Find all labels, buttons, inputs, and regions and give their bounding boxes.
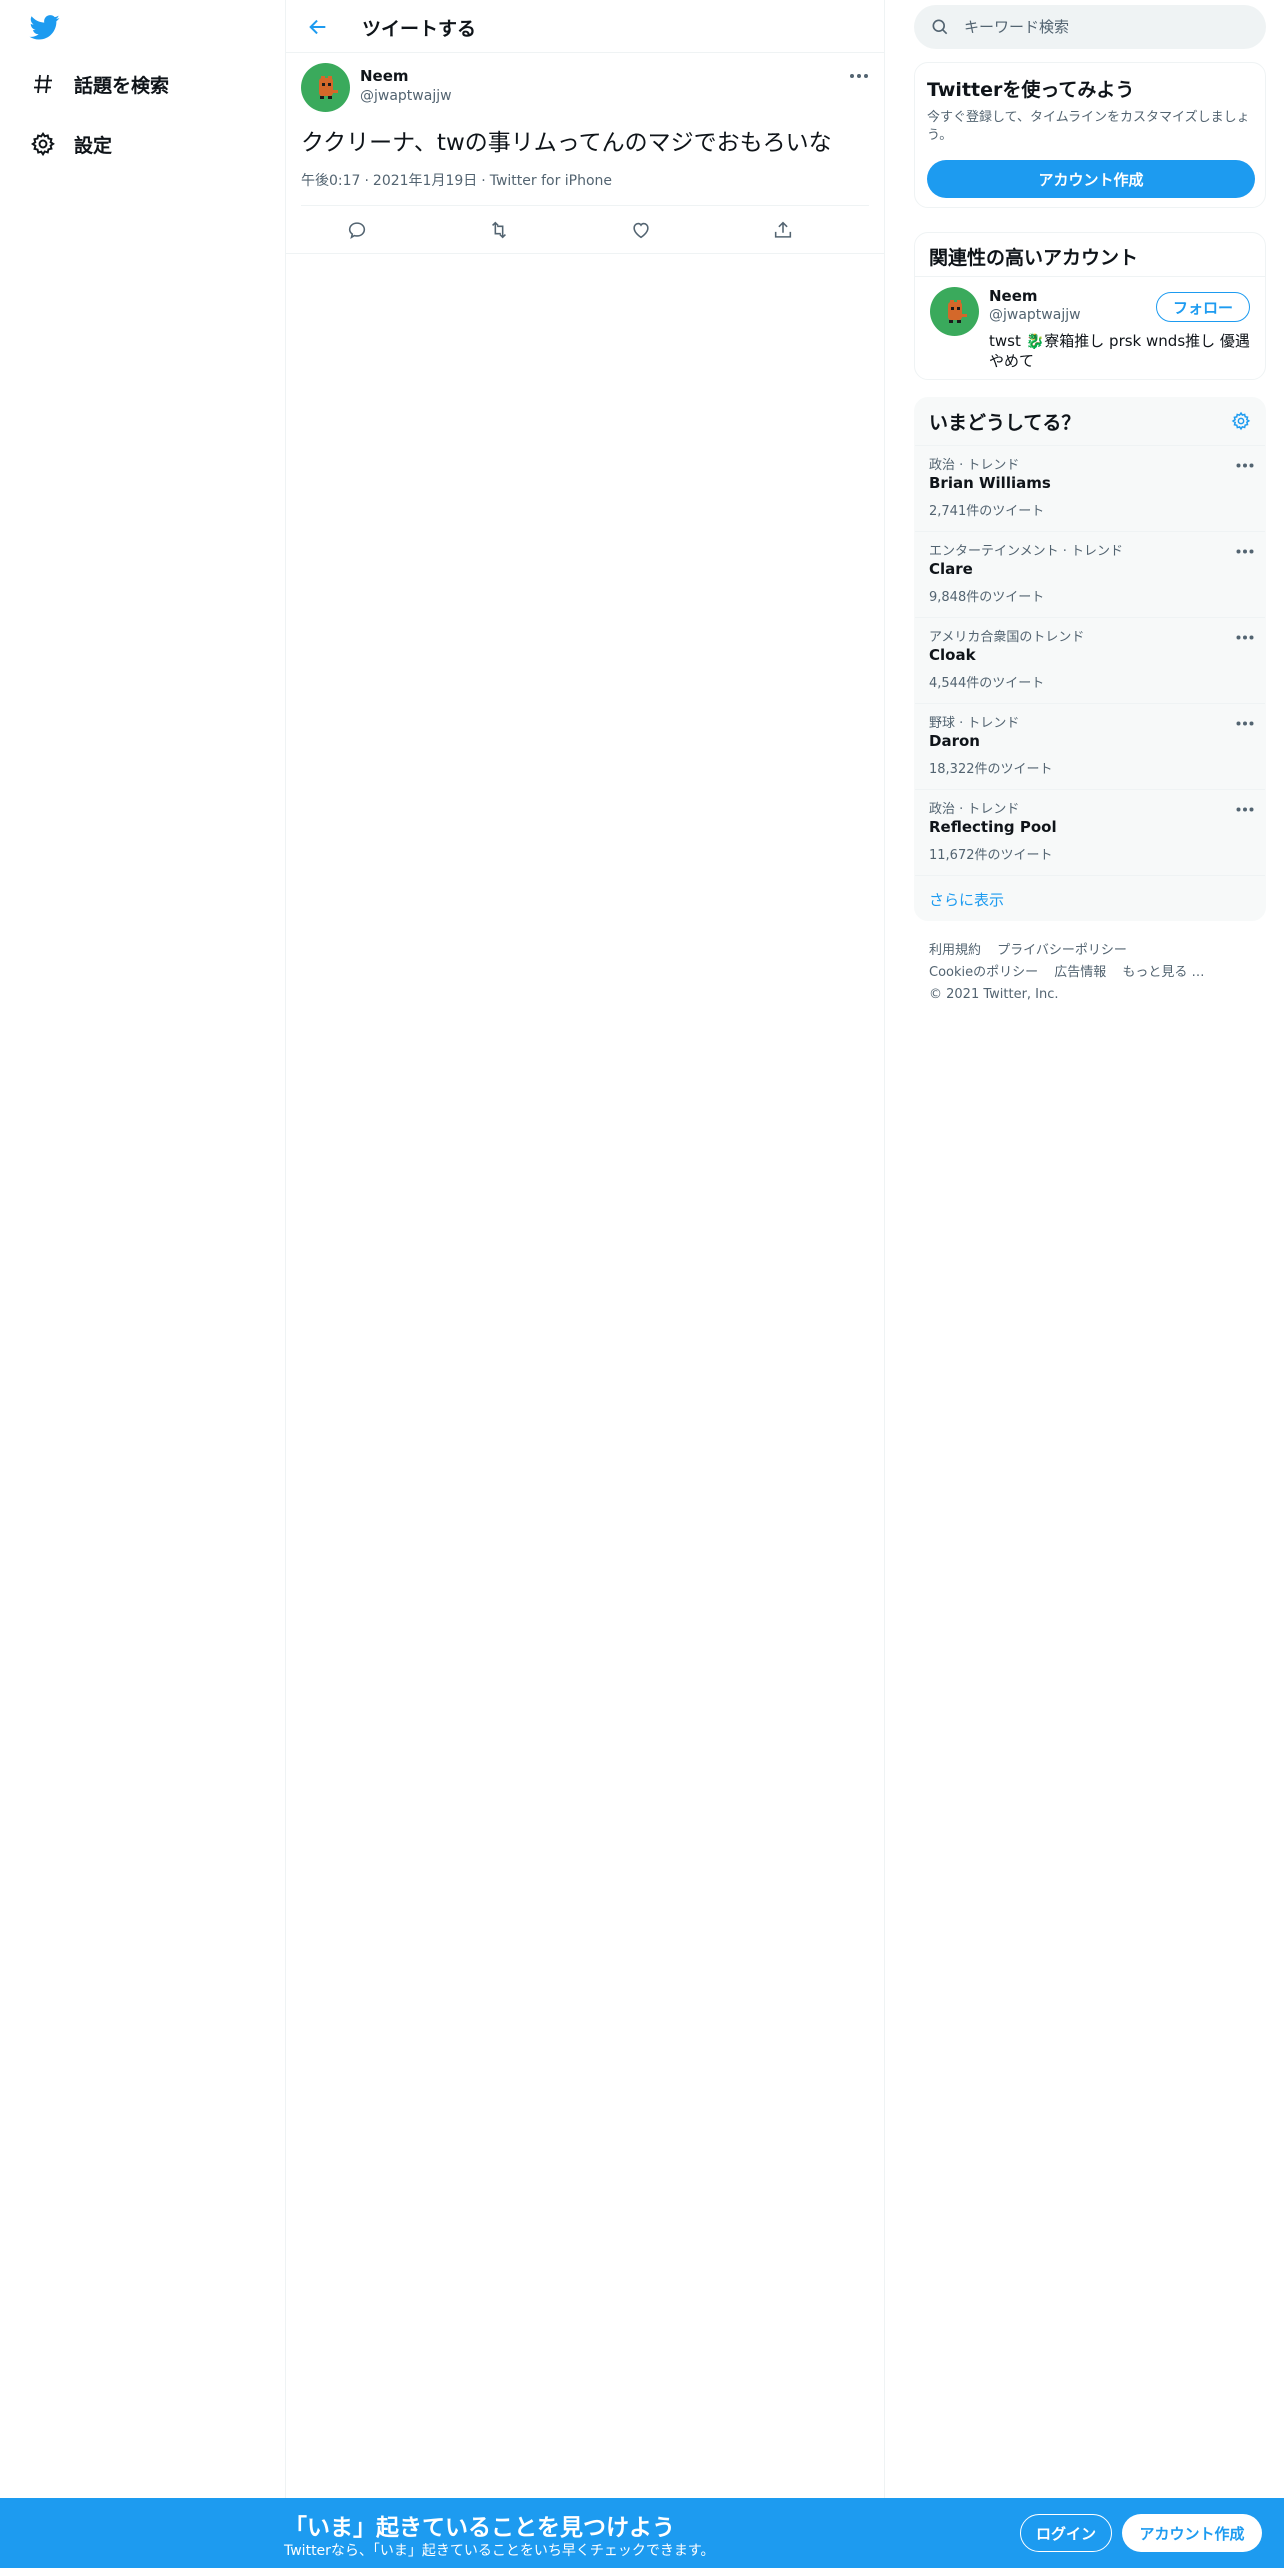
create-account-button[interactable]: アカウント作成	[927, 160, 1255, 198]
gear-icon[interactable]	[1229, 409, 1253, 433]
search-box[interactable]	[914, 5, 1266, 49]
avatar[interactable]	[301, 63, 350, 112]
trend-count: 11,672件のツイート	[929, 848, 1053, 863]
reply-icon[interactable]	[343, 216, 371, 244]
trend-count: 9,848件のツイート	[929, 590, 1045, 605]
more-options-icon[interactable]	[1233, 544, 1257, 558]
more-options-icon[interactable]	[1233, 716, 1257, 730]
trend-item[interactable]: 野球 · トレンド Daron 18,322件のツイート	[915, 703, 1265, 789]
tweet-date[interactable]: 2021年1月19日	[373, 173, 477, 189]
trend-name: Clare	[929, 560, 973, 578]
related-accounts-title: 関連性の高いアカウント	[929, 247, 1139, 269]
more-options-icon[interactable]	[1233, 802, 1257, 816]
signup-button[interactable]: アカウント作成	[1122, 2514, 1262, 2552]
tweet-source[interactable]: Twitter for iPhone	[490, 173, 612, 189]
avatar-character-icon	[947, 299, 967, 323]
nav-item-explore[interactable]: 話題を検索	[28, 62, 169, 106]
related-user-handle[interactable]: @jwaptwajjw	[989, 307, 1081, 323]
avatar[interactable]	[930, 287, 979, 336]
follow-button[interactable]: フォロー	[1156, 292, 1250, 322]
login-button[interactable]: ログイン	[1020, 2514, 1112, 2552]
trend-category: エンターテインメント · トレンド	[929, 544, 1124, 559]
footer-link-terms[interactable]: 利用規約	[929, 940, 981, 962]
footer-link-privacy[interactable]: プライバシーポリシー	[997, 940, 1127, 962]
trend-name: Reflecting Pool	[929, 818, 1057, 836]
bottom-bar-title: 「いま」起きていることを見つけよう	[284, 2515, 675, 2541]
trend-name: Daron	[929, 732, 980, 750]
footer-link-cookies[interactable]: Cookieのポリシー	[929, 962, 1038, 984]
tweet-time[interactable]: 午後0:17	[301, 173, 360, 189]
avatar-character-icon	[318, 75, 338, 99]
trend-category: アメリカ合衆国のトレンド	[929, 630, 1085, 645]
trend-category: 野球 · トレンド	[929, 716, 1020, 731]
page-title: ツイートする	[362, 18, 477, 40]
user-name[interactable]: Neem	[360, 67, 409, 85]
related-user-bio: twst 🐉寮箱推し prsk wnds推し 優遇やめて	[989, 332, 1250, 370]
more-options-icon[interactable]	[1233, 458, 1257, 472]
search-icon	[930, 17, 950, 37]
trend-count: 4,544件のツイート	[929, 676, 1045, 691]
search-input[interactable]	[964, 5, 1244, 49]
footer-link-ads[interactable]: 広告情報	[1054, 962, 1106, 984]
twitter-bird-icon[interactable]	[28, 12, 62, 42]
trend-item[interactable]: アメリカ合衆国のトレンド Cloak 4,544件のツイート	[915, 617, 1265, 703]
nav-item-label: 設定	[74, 134, 113, 157]
show-more-link[interactable]: さらに表示	[929, 889, 1004, 910]
more-options-icon[interactable]	[846, 69, 872, 83]
divider	[915, 276, 1265, 277]
hashtag-icon	[28, 69, 58, 99]
signup-card-subtitle: 今すぐ登録して、タイムラインをカスタマイズしましょう。	[927, 110, 1250, 143]
meta-separator: ·	[364, 173, 369, 189]
meta-separator: ·	[481, 173, 486, 189]
retweet-icon[interactable]	[485, 216, 513, 244]
signup-card: Twitterを使ってみよう 今すぐ登録して、タイムラインをカスタマイズしましょ…	[914, 62, 1266, 208]
footer-links: 利用規約 プライバシーポリシー Cookieのポリシー 広告情報 もっと見る ……	[929, 940, 1259, 1006]
left-navigation: 話題を検索 設定	[0, 0, 285, 2568]
bottom-bar-subtitle: Twitterなら、「いま」起きていることをいち早くチェックできます。	[284, 2543, 715, 2559]
bottom-signup-bar: 「いま」起きていることを見つけよう Twitterなら、「いま」起きていることを…	[0, 2498, 1284, 2568]
footer-copyright: © 2021 Twitter, Inc.	[929, 987, 1059, 1002]
more-options-icon[interactable]	[1233, 630, 1257, 644]
main-column: ツイートする Neem @jwaptwajjw ククリーナ、twの事リムってんの…	[285, 0, 885, 2498]
trend-item[interactable]: 政治 · トレンド Reflecting Pool 11,672件のツイート	[915, 789, 1265, 875]
share-icon[interactable]	[769, 216, 797, 244]
tweet-meta: 午後0:17 · 2021年1月19日 · Twitter for iPhone	[301, 170, 612, 190]
gear-icon	[28, 129, 58, 159]
trend-item[interactable]: 政治 · トレンド Brian Williams 2,741件のツイート	[915, 445, 1265, 531]
arrow-left-icon[interactable]	[304, 13, 332, 41]
trends-title: いまどうしてる？	[929, 412, 1081, 434]
tweet-text: ククリーナ、twの事リムってんのマジでおもろいな	[301, 130, 832, 156]
page-header: ツイートする	[286, 0, 884, 53]
nav-item-settings[interactable]: 設定	[28, 122, 112, 166]
trend-name: Cloak	[929, 646, 976, 664]
trend-name: Brian Williams	[929, 474, 1051, 492]
trend-count: 18,322件のツイート	[929, 762, 1053, 777]
tweet-actions	[286, 206, 884, 254]
trend-category: 政治 · トレンド	[929, 458, 1020, 473]
trend-item[interactable]: エンターテインメント · トレンド Clare 9,848件のツイート	[915, 531, 1265, 617]
trends-card: いまどうしてる？ 政治 · トレンド Brian Williams 2,741件…	[914, 397, 1266, 921]
footer-link-more[interactable]: もっと見る …	[1122, 962, 1204, 984]
trend-count: 2,741件のツイート	[929, 504, 1045, 519]
signup-card-title: Twitterを使ってみよう	[927, 79, 1135, 101]
nav-item-label: 話題を検索	[74, 74, 170, 97]
related-user-name[interactable]: Neem	[989, 287, 1038, 305]
trend-category: 政治 · トレンド	[929, 802, 1020, 817]
related-accounts-card: 関連性の高いアカウント Neem @jwaptwajjw フォロー twst 🐉…	[914, 232, 1266, 380]
user-handle[interactable]: @jwaptwajjw	[360, 88, 452, 104]
like-icon[interactable]	[627, 216, 655, 244]
